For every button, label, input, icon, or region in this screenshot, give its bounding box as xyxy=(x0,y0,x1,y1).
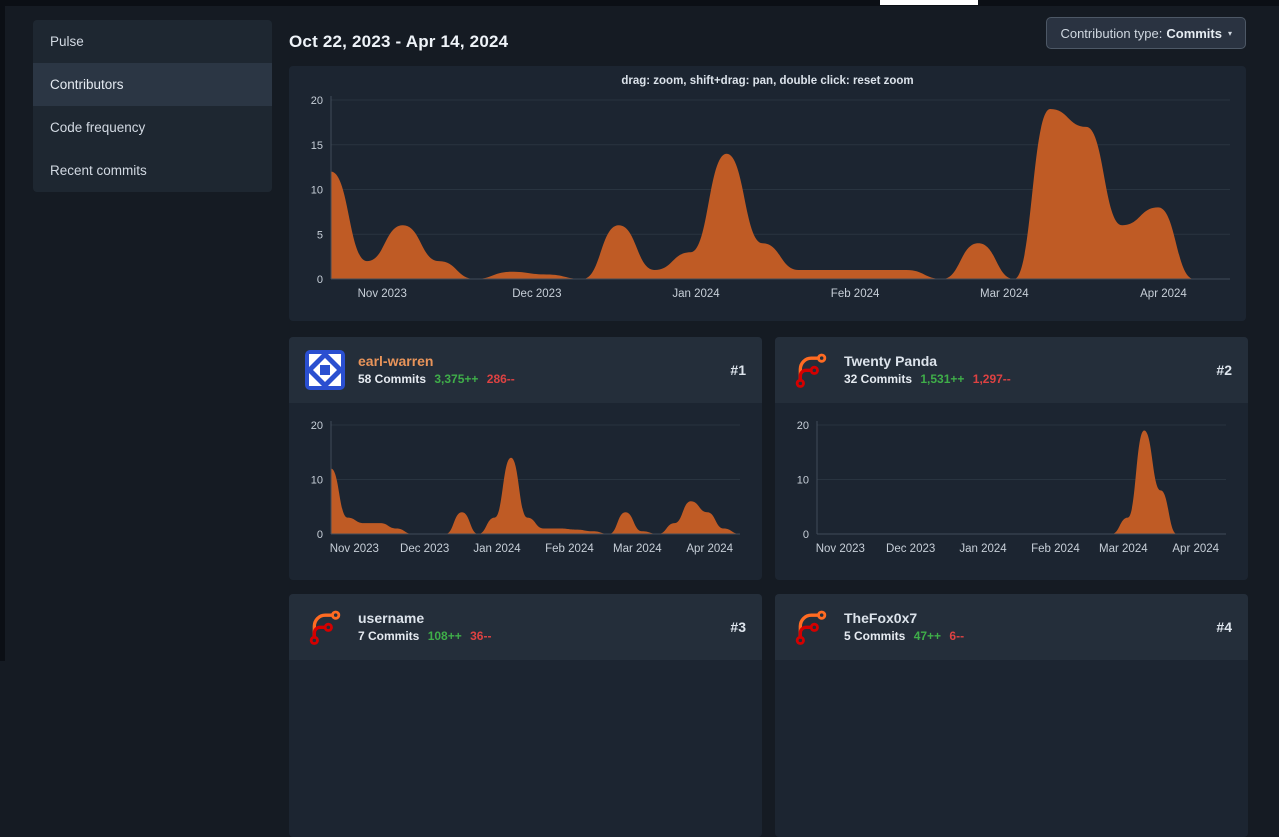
contributor-card-header: earl-warren 58 Commits 3,375++ 286-- #1 xyxy=(289,337,762,403)
deletions-count: 286-- xyxy=(487,372,515,386)
contributor-card-header: Twenty Panda 32 Commits 1,531++ 1,297-- … xyxy=(775,337,1248,403)
contributor-area-chart[interactable]: 0 10 20 Nov 2023 Dec 2023 Jan 2024 Feb 2024 Mar… xyxy=(787,409,1236,574)
svg-text:20: 20 xyxy=(311,420,323,432)
svg-text:Jan 2024: Jan 2024 xyxy=(672,288,720,300)
forgejo-logo-avatar-image xyxy=(791,607,831,647)
additions-count: 1,531++ xyxy=(920,372,964,386)
active-tab-indicator xyxy=(880,0,978,5)
avatar[interactable] xyxy=(791,607,831,647)
deletions-count: 1,297-- xyxy=(973,372,1011,386)
commit-count: 5 Commits xyxy=(844,629,905,643)
svg-text:5: 5 xyxy=(317,229,323,241)
commit-count: 7 Commits xyxy=(358,629,419,643)
identicon-avatar-image xyxy=(305,350,345,390)
sidebar-item-pulse[interactable]: Pulse xyxy=(33,20,272,63)
contribution-type-value: Commits xyxy=(1166,26,1222,41)
contributor-card: earl-warren 58 Commits 3,375++ 286-- #1 … xyxy=(289,337,762,580)
sidebar-item-code-frequency[interactable]: Code frequency xyxy=(33,106,272,149)
additions-count: 108++ xyxy=(428,629,462,643)
contributor-name-link[interactable]: username xyxy=(358,609,491,629)
avatar[interactable] xyxy=(305,350,345,390)
additions-count: 3,375++ xyxy=(434,372,478,386)
svg-text:Dec 2023: Dec 2023 xyxy=(886,543,935,555)
svg-text:Apr 2024: Apr 2024 xyxy=(686,543,733,555)
forgejo-logo-avatar-image xyxy=(305,607,345,647)
chevron-down-icon: ▾ xyxy=(1228,29,1232,38)
commit-count: 58 Commits xyxy=(358,372,426,386)
deletions-count: 36-- xyxy=(470,629,491,643)
contributor-card-header: username 7 Commits 108++ 36-- #3 xyxy=(289,594,762,660)
contributor-name-link[interactable]: earl-warren xyxy=(358,352,515,372)
activity-sidebar: Pulse Contributors Code frequency Recent… xyxy=(33,20,272,192)
deletions-count: 6-- xyxy=(949,629,964,643)
svg-text:Dec 2023: Dec 2023 xyxy=(400,543,449,555)
avatar[interactable] xyxy=(791,350,831,390)
svg-text:10: 10 xyxy=(797,475,809,487)
svg-text:Nov 2023: Nov 2023 xyxy=(358,288,407,300)
contributor-name-link[interactable]: TheFox0x7 xyxy=(844,609,964,629)
svg-text:Mar 2024: Mar 2024 xyxy=(1099,543,1148,555)
rank-badge: #3 xyxy=(730,619,746,635)
svg-text:Mar 2024: Mar 2024 xyxy=(980,288,1029,300)
svg-text:Nov 2023: Nov 2023 xyxy=(330,543,379,555)
svg-text:10: 10 xyxy=(311,475,323,487)
svg-text:Feb 2024: Feb 2024 xyxy=(545,543,594,555)
forgejo-logo-avatar-image xyxy=(791,350,831,390)
svg-text:Feb 2024: Feb 2024 xyxy=(831,288,880,300)
contributor-stats: 5 Commits 47++ 6-- xyxy=(844,628,964,645)
window-left-edge xyxy=(0,0,5,661)
svg-text:Jan 2024: Jan 2024 xyxy=(959,543,1007,555)
sidebar-item-recent-commits[interactable]: Recent commits xyxy=(33,149,272,192)
additions-count: 47++ xyxy=(914,629,941,643)
contributor-stats: 7 Commits 108++ 36-- xyxy=(358,628,491,645)
chart-zoom-hint: drag: zoom, shift+drag: pan, double clic… xyxy=(289,66,1246,90)
svg-text:20: 20 xyxy=(311,95,323,107)
contributor-stats: 32 Commits 1,531++ 1,297-- xyxy=(844,371,1011,388)
top-nav-bar xyxy=(0,0,1279,6)
contributor-card: TheFox0x7 5 Commits 47++ 6-- #4 xyxy=(775,594,1248,837)
rank-badge: #2 xyxy=(1216,362,1232,378)
svg-text:Apr 2024: Apr 2024 xyxy=(1172,543,1219,555)
contributor-card: username 7 Commits 108++ 36-- #3 xyxy=(289,594,762,837)
svg-text:Apr 2024: Apr 2024 xyxy=(1140,288,1187,300)
sidebar-item-contributors[interactable]: Contributors xyxy=(33,63,272,106)
contributor-area-chart[interactable]: 0 10 20 Nov 2023 Dec 2023 Jan 2024 Feb 2024 Mar… xyxy=(301,409,750,574)
avatar[interactable] xyxy=(305,607,345,647)
contributor-card: Twenty Panda 32 Commits 1,531++ 1,297-- … xyxy=(775,337,1248,580)
contributor-card-header: TheFox0x7 5 Commits 47++ 6-- #4 xyxy=(775,594,1248,660)
commit-count: 32 Commits xyxy=(844,372,912,386)
svg-text:0: 0 xyxy=(317,529,323,541)
contribution-type-label: Contribution type: xyxy=(1060,26,1162,41)
svg-text:Dec 2023: Dec 2023 xyxy=(512,288,561,300)
svg-text:Mar 2024: Mar 2024 xyxy=(613,543,662,555)
svg-text:15: 15 xyxy=(311,140,323,152)
rank-badge: #1 xyxy=(730,362,746,378)
contributor-name-link[interactable]: Twenty Panda xyxy=(844,352,1011,372)
date-range-title: Oct 22, 2023 - Apr 14, 2024 xyxy=(289,32,508,52)
svg-text:Feb 2024: Feb 2024 xyxy=(1031,543,1080,555)
rank-badge: #4 xyxy=(1216,619,1232,635)
contribution-type-dropdown[interactable]: Contribution type: Commits ▾ xyxy=(1046,17,1246,49)
svg-text:0: 0 xyxy=(803,529,809,541)
total-commits-area-chart[interactable]: 0 5 10 15 20 Nov 2023 Dec 2023 Jan 2024 Feb 2024… xyxy=(301,90,1234,315)
svg-text:10: 10 xyxy=(311,185,323,197)
svg-text:Nov 2023: Nov 2023 xyxy=(816,543,865,555)
svg-text:20: 20 xyxy=(797,420,809,432)
svg-text:Jan 2024: Jan 2024 xyxy=(473,543,521,555)
svg-text:0: 0 xyxy=(317,274,323,286)
contributor-stats: 58 Commits 3,375++ 286-- xyxy=(358,371,515,388)
total-commits-chart-panel: drag: zoom, shift+drag: pan, double clic… xyxy=(289,66,1246,321)
